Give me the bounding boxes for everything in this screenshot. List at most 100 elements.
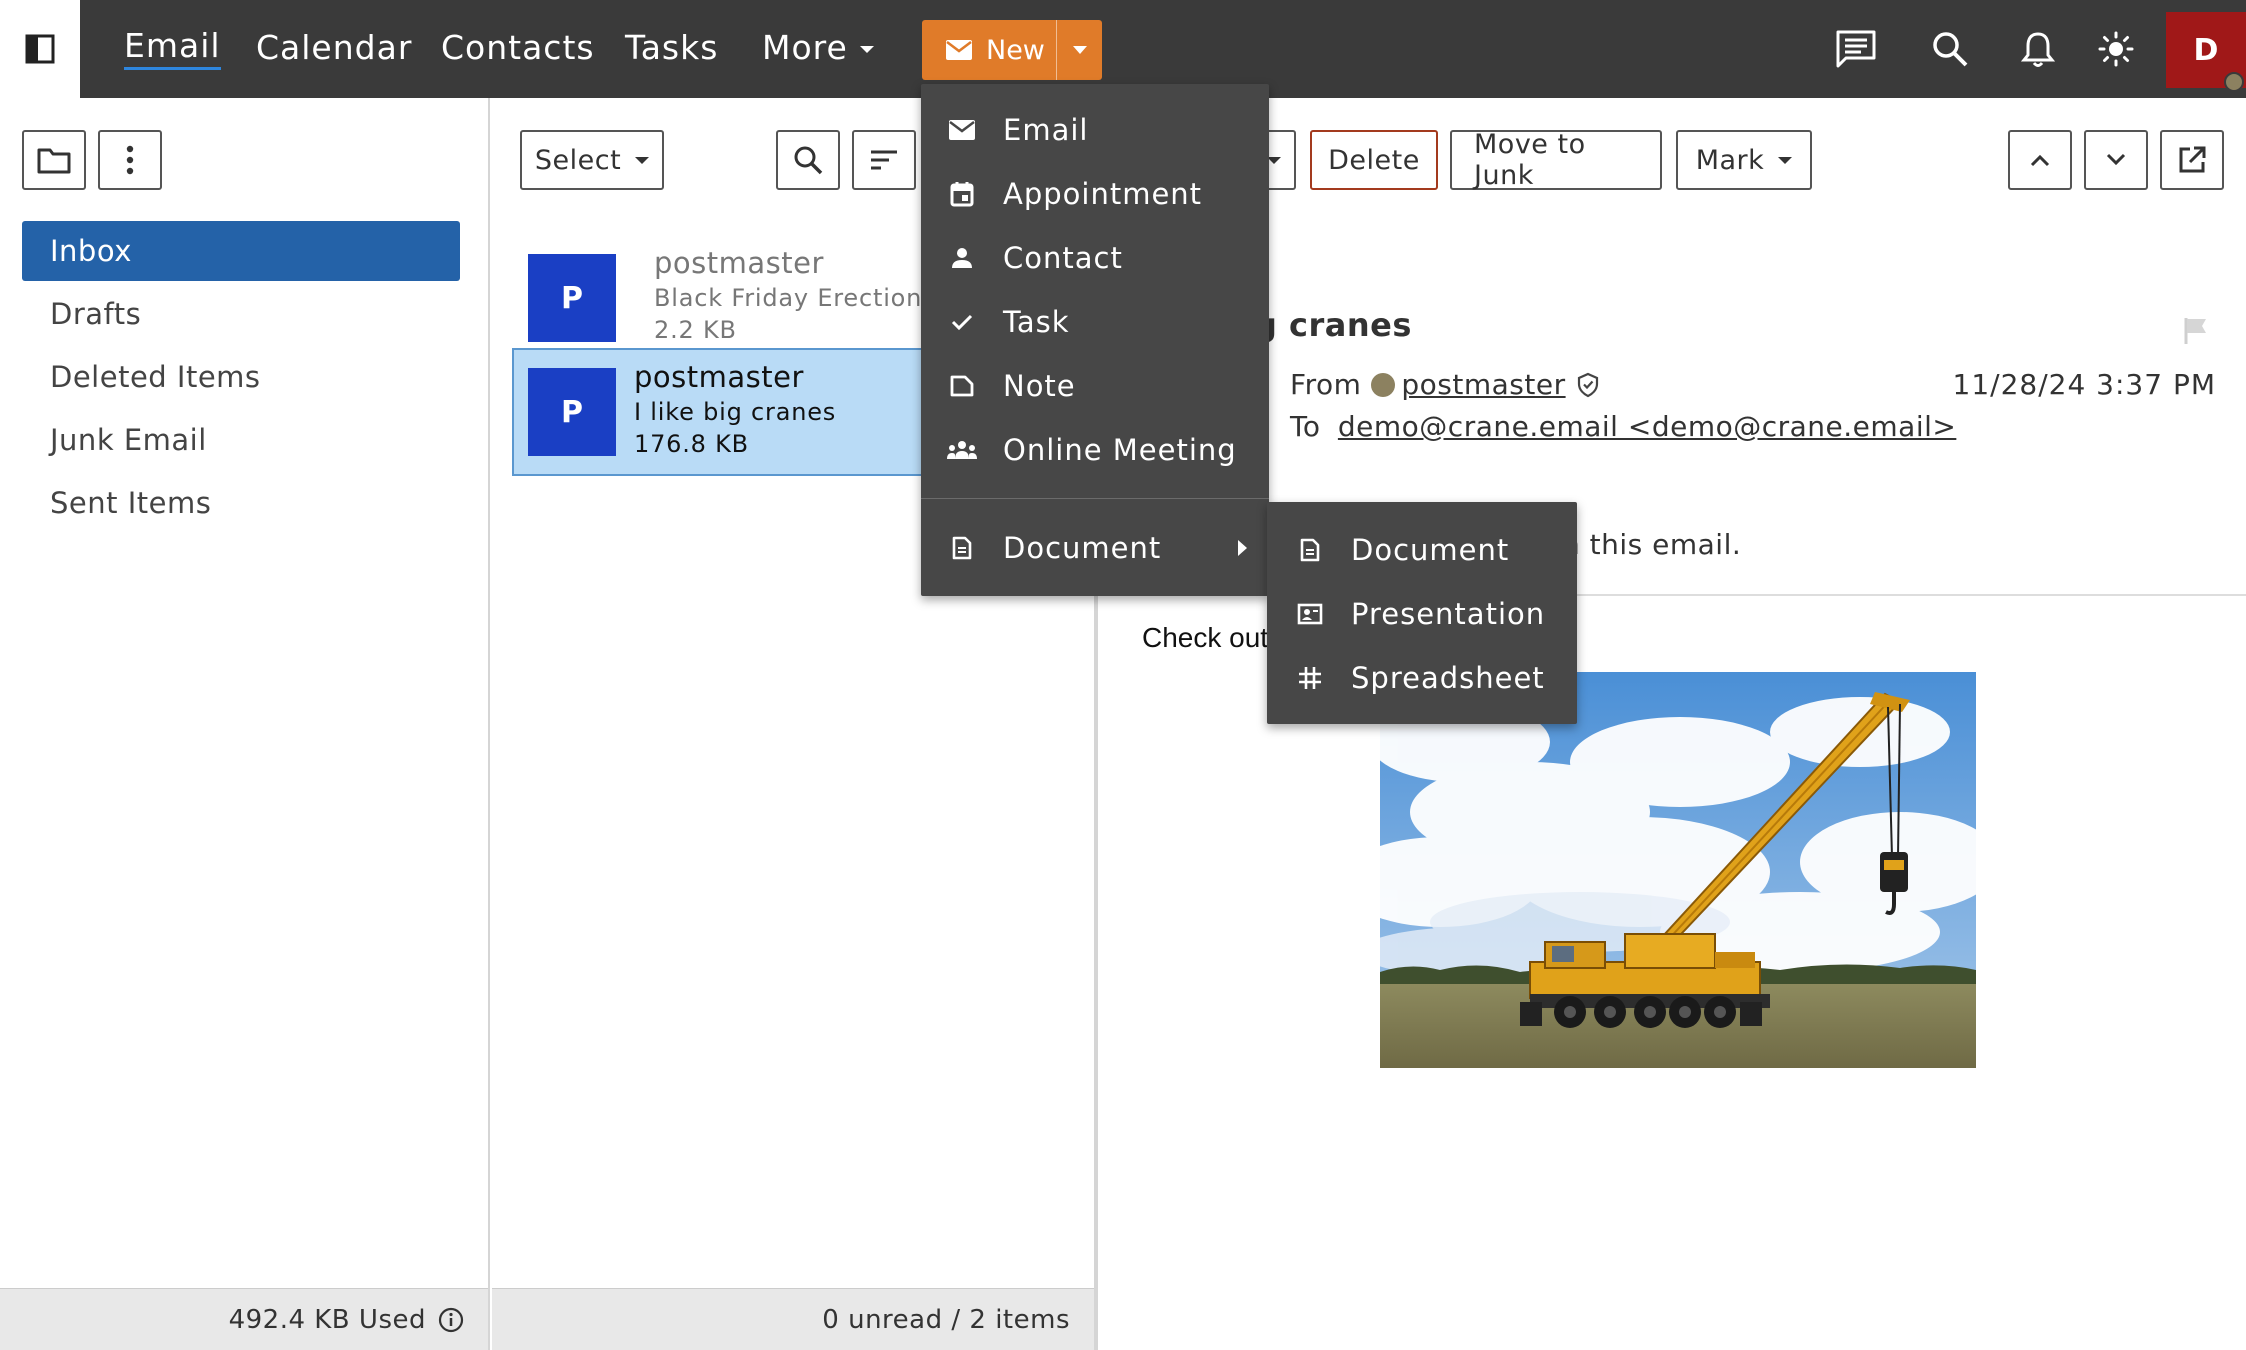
chat-icon <box>1836 30 1876 68</box>
document-icon <box>1295 538 1325 562</box>
menu-new-online-meeting[interactable]: Online Meeting <box>921 418 1269 482</box>
menu-label: Presentation <box>1351 597 1546 631</box>
folder-manage-button[interactable] <box>22 130 86 190</box>
menu-label: Document <box>1003 531 1162 565</box>
document-icon <box>947 536 977 560</box>
mark-label: Mark <box>1695 144 1765 176</box>
message-date: 11/28/24 3:37 PM <box>1952 368 2216 401</box>
sidebar-toggle-button[interactable] <box>0 0 80 98</box>
menu-label: Spreadsheet <box>1351 661 1545 695</box>
crane-photo <box>1380 672 1976 1068</box>
checkmark-icon <box>947 312 977 332</box>
new-button[interactable]: New <box>922 20 1056 80</box>
nav-tasks[interactable]: Tasks <box>625 26 718 70</box>
chevron-down-icon <box>635 156 650 164</box>
folder-sent-items[interactable]: Sent Items <box>22 473 460 533</box>
sender-link[interactable]: postmaster <box>1401 368 1565 401</box>
folder-drafts[interactable]: Drafts <box>22 284 460 344</box>
menu-label: Note <box>1003 369 1076 403</box>
chat-button[interactable] <box>1832 25 1880 73</box>
info-icon[interactable] <box>438 1307 464 1333</box>
mark-dropdown[interactable]: Mark <box>1676 130 1812 190</box>
new-button-group: New <box>922 20 1102 80</box>
external-content-notice: h this email. <box>1562 528 1742 561</box>
folder-icon <box>37 148 71 174</box>
message-count-footer: 0 unread / 2 items <box>492 1288 1094 1350</box>
chevron-down-icon <box>2106 153 2126 166</box>
grid-icon <box>1295 666 1325 690</box>
verified-shield-icon <box>1577 372 1598 397</box>
recipient-link[interactable]: demo@crane.email <demo@crane.email> <box>1338 410 1956 443</box>
chevron-right-icon <box>1238 540 1247 556</box>
menu-label: Task <box>1003 305 1070 339</box>
submenu-document[interactable]: Document <box>1267 518 1577 582</box>
sender-avatar: P <box>528 254 616 342</box>
open-in-new-window-button[interactable] <box>2160 130 2224 190</box>
search-button[interactable] <box>1926 25 1974 73</box>
move-to-junk-button[interactable]: Move to Junk <box>1450 129 1662 191</box>
delete-button[interactable]: Delete <box>1310 130 1438 190</box>
envelope-icon <box>947 120 977 140</box>
next-message-button[interactable] <box>2084 130 2148 190</box>
to-row: To demo@crane.email <demo@crane.email> <box>1290 410 1956 443</box>
folder-inbox[interactable]: Inbox <box>22 221 460 281</box>
menu-separator <box>921 498 1269 499</box>
document-submenu: Document Presentation Spreadsheet <box>1267 502 1577 724</box>
group-icon <box>947 440 977 460</box>
menu-label: Contact <box>1003 241 1123 275</box>
nav-calendar[interactable]: Calendar <box>256 26 412 70</box>
message-sender: postmaster <box>634 360 804 394</box>
message-subject: I like big cranes <box>634 398 837 426</box>
envelope-icon <box>946 40 972 60</box>
previous-message-button[interactable] <box>2008 130 2072 190</box>
message-size: 2.2 KB <box>654 316 737 344</box>
person-icon <box>947 247 977 269</box>
caret-down-icon <box>1072 46 1087 54</box>
sort-icon <box>871 150 897 170</box>
sun-icon <box>2098 31 2134 67</box>
user-avatar-button[interactable]: D <box>2166 12 2246 92</box>
menu-new-task[interactable]: Task <box>921 290 1269 354</box>
list-search-button[interactable] <box>776 130 840 190</box>
message-size: 176.8 KB <box>634 430 749 458</box>
submenu-spreadsheet[interactable]: Spreadsheet <box>1267 646 1577 710</box>
submenu-presentation[interactable]: Presentation <box>1267 582 1577 646</box>
to-label: To <box>1290 410 1321 443</box>
new-dropdown-toggle[interactable] <box>1056 20 1102 80</box>
flag-icon[interactable] <box>2182 316 2210 346</box>
more-vertical-icon <box>126 145 134 175</box>
menu-new-document[interactable]: Document <box>921 516 1269 580</box>
sidebar-toggle-icon <box>25 34 55 64</box>
menu-new-appointment[interactable]: Appointment <box>921 162 1269 226</box>
folder-more-button[interactable] <box>98 130 162 190</box>
note-icon <box>947 375 977 397</box>
menu-new-contact[interactable]: Contact <box>921 226 1269 290</box>
select-dropdown[interactable]: Select <box>520 130 664 190</box>
bell-icon <box>2021 32 2055 67</box>
presentation-icon <box>1295 603 1325 625</box>
folder-pane: Inbox Drafts Deleted Items Junk Email Se… <box>0 98 490 1350</box>
chevron-down-icon <box>1778 156 1793 164</box>
menu-label: Online Meeting <box>1003 433 1237 467</box>
folder-deleted-items[interactable]: Deleted Items <box>22 347 460 407</box>
from-row: From postmaster <box>1290 368 1600 401</box>
nav-contacts[interactable]: Contacts <box>441 26 595 70</box>
chevron-down-icon <box>1267 156 1281 164</box>
notifications-button[interactable] <box>2014 25 2062 73</box>
nav-more[interactable]: More <box>762 26 874 70</box>
user-avatar-initial: D <box>2193 32 2219 68</box>
from-label: From <box>1290 368 1362 401</box>
new-item-menu: Email Appointment Contact Task Note Onli… <box>921 84 1269 596</box>
theme-toggle-button[interactable] <box>2092 25 2140 73</box>
menu-new-note[interactable]: Note <box>921 354 1269 418</box>
menu-label: Document <box>1351 533 1510 567</box>
message-subject: Black Friday Erection <box>654 284 923 312</box>
sender-avatar: P <box>528 368 616 456</box>
folder-junk-email[interactable]: Junk Email <box>22 410 460 470</box>
nav-email[interactable]: Email <box>124 26 221 70</box>
storage-used-text: 492.4 KB Used <box>228 1304 426 1335</box>
menu-new-email[interactable]: Email <box>921 98 1269 162</box>
search-icon <box>1933 32 1968 67</box>
reading-pane: Delete Move to Junk Mark g cranes From p… <box>1102 98 2246 1350</box>
sort-button[interactable] <box>852 130 916 190</box>
